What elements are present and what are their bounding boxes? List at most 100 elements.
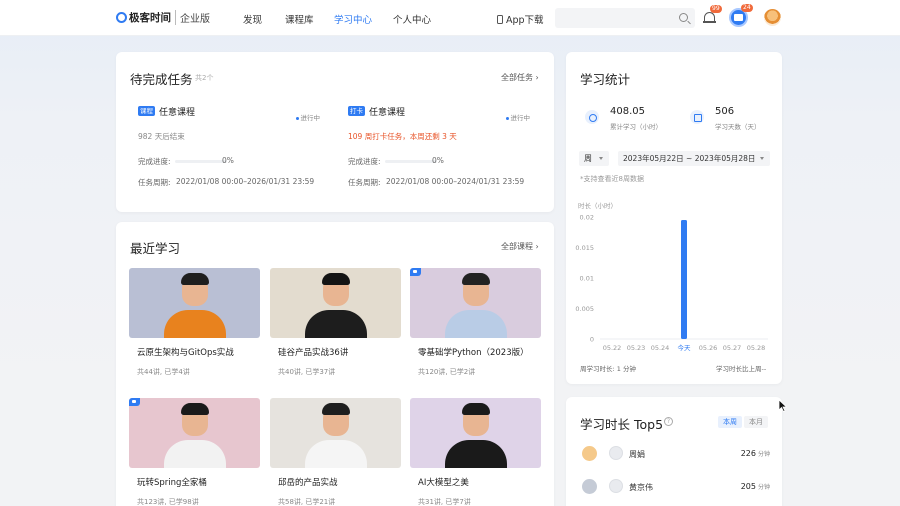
- x-tick-label: 05.23: [627, 344, 646, 352]
- period-value: 2022/01/08 00:00–2024/01/31 23:59: [386, 177, 525, 186]
- calendar-icon: [690, 110, 704, 124]
- course-title[interactable]: 玩转Spring全家桶: [137, 476, 207, 488]
- user-name: 黄京伟: [629, 483, 653, 492]
- chart-hint: *支持查看近8周数据: [580, 175, 644, 183]
- study-days-label: 学习天数（天）: [715, 123, 761, 131]
- progress-label: 完成进度:: [348, 157, 381, 166]
- course-title[interactable]: 零基础学Python（2023版）: [418, 346, 529, 358]
- rank-medal-icon: [582, 479, 597, 494]
- top-bar: 极客时间 企业版 发现 课程库 学习中心 个人中心 App下载 99 24: [0, 0, 900, 36]
- task-item[interactable]: 课程 任意课程 进行中 982 天后结束 完成进度: 0% 任务周期: 2022…: [138, 104, 328, 187]
- course-title[interactable]: AI大模型之美: [418, 476, 469, 488]
- course-thumbnail[interactable]: [129, 398, 260, 468]
- period-value: 2022/01/08 00:00–2026/01/31 23:59: [176, 177, 315, 186]
- nav-personal-center[interactable]: 个人中心: [393, 12, 431, 26]
- app-download-link[interactable]: App下载: [497, 12, 544, 26]
- task-item[interactable]: 打卡 任意课程 进行中 109 周打卡任务，本周还剩 3 天 完成进度: 0% …: [348, 104, 538, 187]
- x-tick-label: 05.26: [699, 344, 718, 352]
- user-minutes: 205 分钟: [740, 482, 770, 491]
- y-tick-label: 0.02: [580, 214, 594, 222]
- y-tick-label: 0: [590, 336, 594, 344]
- search-icon[interactable]: [679, 13, 688, 22]
- logo-text: 极客时间: [129, 12, 171, 24]
- user-minutes: 226 分钟: [740, 449, 770, 458]
- course-progress: 共44讲, 已学4讲: [137, 368, 190, 376]
- nav-discover[interactable]: 发现: [243, 12, 262, 26]
- all-tasks-link[interactable]: 全部任务 ›: [501, 72, 539, 83]
- all-courses-link[interactable]: 全部课程 ›: [501, 241, 539, 252]
- course-thumbnail[interactable]: [129, 268, 260, 338]
- search-input[interactable]: [555, 8, 695, 28]
- task-tag: 课程: [138, 106, 155, 116]
- tasks-count: 共2个: [195, 74, 214, 82]
- user-avatar[interactable]: [764, 9, 781, 26]
- x-tick-label: 05.24: [651, 344, 670, 352]
- chart-bar: [681, 220, 687, 339]
- study-time-chart: 时长（小时） 0.02 0.015 0.01 0.005 0 05.22 05.23 05.2…: [575, 201, 768, 352]
- user-avatar: [609, 479, 623, 493]
- tab-this-month[interactable]: 本月: [744, 416, 768, 428]
- x-tick-label: 05.27: [723, 344, 742, 352]
- course-progress: 共58讲, 已学21讲: [278, 498, 336, 506]
- video-icon: [410, 268, 421, 276]
- x-tick-label: 今天: [678, 343, 692, 352]
- week-total: 周学习时长: 1 分钟: [580, 365, 636, 373]
- course-title[interactable]: 云原生架构与GitOps实战: [137, 346, 234, 358]
- user-avatar: [609, 446, 623, 460]
- course-title[interactable]: 硅谷产品实战36讲: [278, 346, 348, 358]
- video-icon: [129, 398, 140, 406]
- tasks-title: 待完成任务: [130, 72, 193, 87]
- top5-title: 学习时长 Top5: [580, 417, 664, 432]
- task-tag: 打卡: [348, 106, 365, 116]
- tab-this-week[interactable]: 本周: [718, 416, 742, 428]
- course-thumbnail[interactable]: [270, 398, 401, 468]
- vip-icon[interactable]: 24: [729, 4, 753, 27]
- task-status: 进行中: [506, 112, 531, 122]
- recent-title: 最近学习: [130, 241, 181, 256]
- nav-learning-center[interactable]: 学习中心: [334, 12, 372, 26]
- progress-label: 完成进度:: [138, 157, 171, 166]
- logo-icon: [116, 12, 127, 23]
- y-tick-label: 0.005: [575, 305, 594, 313]
- chart-ylabel: 时长（小时）: [578, 201, 617, 210]
- mouse-cursor-icon: [778, 399, 788, 413]
- notification-badge: 99: [710, 5, 722, 13]
- period-label: 任务周期:: [348, 178, 381, 187]
- study-days: 506: [715, 106, 735, 117]
- total-hours-label: 累计学习（小时）: [610, 123, 662, 131]
- x-tick-label: 05.28: [747, 344, 766, 352]
- total-hours: 408.05: [610, 106, 645, 117]
- date-range-select[interactable]: 2023年05月22日 ~ 2023年05月28日: [618, 151, 770, 166]
- course-progress: 共123讲, 已学98讲: [137, 498, 199, 506]
- course-progress: 共40讲, 已学37讲: [278, 368, 336, 376]
- vip-badge: 24: [741, 4, 753, 12]
- course-title[interactable]: 邱岳的产品实战: [278, 476, 338, 488]
- week-compare: 学习时长比上周--: [716, 365, 767, 373]
- logo-edition: 企业版: [175, 10, 210, 25]
- progress-bar: [175, 160, 227, 163]
- task-note: 109 周打卡任务，本周还剩 3 天: [348, 132, 457, 141]
- course-progress: 共120讲, 已学2讲: [418, 368, 476, 376]
- task-status: 进行中: [296, 112, 321, 122]
- progress-value: 0%: [222, 156, 234, 165]
- clock-icon: [585, 110, 599, 124]
- course-thumbnail[interactable]: [410, 268, 541, 338]
- y-tick-label: 0.015: [575, 244, 594, 252]
- course-thumbnail[interactable]: [270, 268, 401, 338]
- course-progress: 共31讲, 已学7讲: [418, 498, 471, 506]
- user-name: 周娟: [629, 450, 645, 459]
- x-tick-label: 05.22: [603, 344, 622, 352]
- progress-bar: [385, 160, 437, 163]
- rank-medal-icon: [582, 446, 597, 461]
- stats-title: 学习统计: [580, 72, 631, 87]
- bell-icon[interactable]: 99: [703, 5, 722, 24]
- progress-value: 0%: [432, 156, 444, 165]
- task-note: 982 天后结束: [138, 132, 185, 141]
- info-icon[interactable]: ?: [664, 417, 673, 426]
- period-select[interactable]: 周: [579, 151, 609, 166]
- y-tick-label: 0.01: [580, 275, 594, 283]
- course-thumbnail[interactable]: [410, 398, 541, 468]
- phone-icon: [497, 14, 503, 24]
- logo[interactable]: 极客时间 企业版: [116, 10, 210, 25]
- nav-course-library[interactable]: 课程库: [285, 12, 314, 26]
